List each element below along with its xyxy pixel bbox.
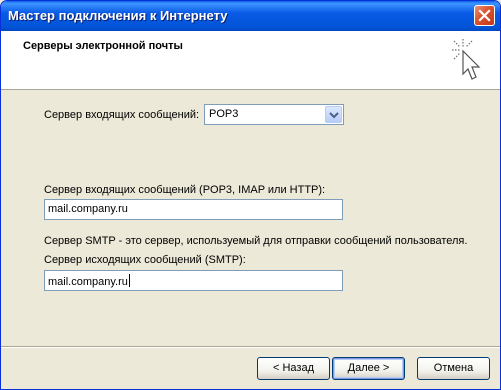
incoming-server-label: Сервер входящих сообщений (POP3, IMAP ил… xyxy=(44,184,326,196)
window-title: Мастер подключения к Интернету xyxy=(8,8,228,23)
outgoing-server-value-wrap: mail.company.ru xyxy=(48,274,130,288)
close-icon xyxy=(478,9,491,22)
incoming-server-input[interactable]: mail.company.ru xyxy=(44,199,343,220)
page-heading: Серверы электронной почты xyxy=(23,40,183,52)
incoming-type-value: POP3 xyxy=(209,108,239,120)
chevron-down-icon xyxy=(329,112,339,119)
back-button[interactable]: < Назад xyxy=(257,357,330,380)
incoming-server-value: mail.company.ru xyxy=(48,203,128,215)
outgoing-server-value: mail.company.ru xyxy=(48,276,128,288)
wizard-window: Мастер подключения к Интернету Серверы э… xyxy=(0,0,501,390)
dropdown-button[interactable] xyxy=(325,106,342,123)
text-caret xyxy=(128,274,130,287)
wizard-cursor-icon xyxy=(452,39,481,80)
close-button[interactable] xyxy=(474,5,495,26)
next-button[interactable]: Далее > xyxy=(332,357,405,380)
smtp-description: Сервер SMTP - это сервер, используемый д… xyxy=(44,235,468,247)
outgoing-server-input[interactable]: mail.company.ru xyxy=(44,270,343,291)
incoming-type-select[interactable]: POP3 xyxy=(204,104,344,125)
title-bar[interactable]: Мастер подключения к Интернету xyxy=(1,1,500,31)
incoming-type-label: Сервер входящих сообщений: xyxy=(44,109,200,121)
outgoing-server-label: Сервер исходящих сообщений (SMTP): xyxy=(44,254,246,266)
wizard-header: Серверы электронной почты xyxy=(1,31,500,90)
footer-separator xyxy=(1,346,500,348)
cancel-button[interactable]: Отмена xyxy=(417,357,490,380)
